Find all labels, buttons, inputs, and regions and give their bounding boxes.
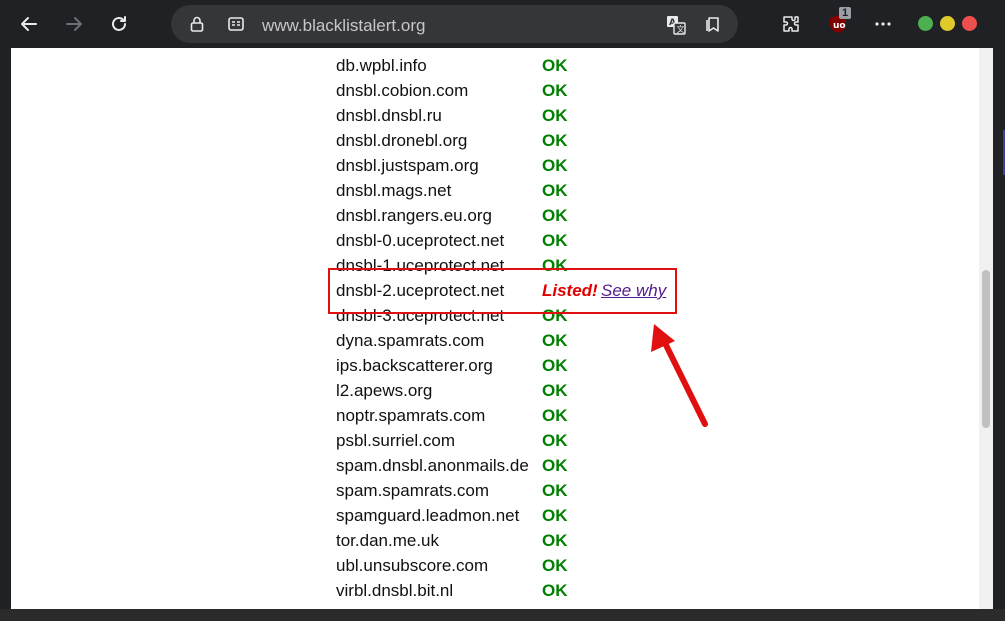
close-button[interactable] xyxy=(962,16,977,31)
browser-toolbar: www.blacklistalert.org A文 uo 1 xyxy=(0,0,1005,48)
page-viewport: db.wpbl.info OK dnsbl.cobion.com OK dnsbl.dn… xyxy=(11,48,993,609)
back-icon[interactable] xyxy=(14,9,44,39)
extension-badge: 1 xyxy=(839,7,852,19)
forward-icon[interactable] xyxy=(59,9,89,39)
svg-text:uo: uo xyxy=(833,21,846,31)
address-bar[interactable]: www.blacklistalert.org A文 xyxy=(171,5,738,43)
collections-icon[interactable] xyxy=(704,15,722,33)
svg-text:文: 文 xyxy=(677,24,685,34)
lock-icon[interactable] xyxy=(188,15,206,33)
bottom-window-strip xyxy=(0,609,1005,621)
site-info-icon[interactable] xyxy=(227,15,245,33)
more-menu-icon[interactable] xyxy=(868,9,898,39)
extensions-icon[interactable] xyxy=(776,9,806,39)
scrollbar-thumb[interactable] xyxy=(982,270,990,428)
url-text[interactable]: www.blacklistalert.org xyxy=(262,16,425,36)
red-arrow-annotation xyxy=(651,324,708,427)
scrollbar-track[interactable] xyxy=(979,48,993,609)
maximize-button[interactable] xyxy=(940,16,955,31)
translate-icon[interactable]: A文 xyxy=(666,15,686,35)
minimize-button[interactable] xyxy=(918,16,933,31)
reload-icon[interactable] xyxy=(104,9,134,39)
